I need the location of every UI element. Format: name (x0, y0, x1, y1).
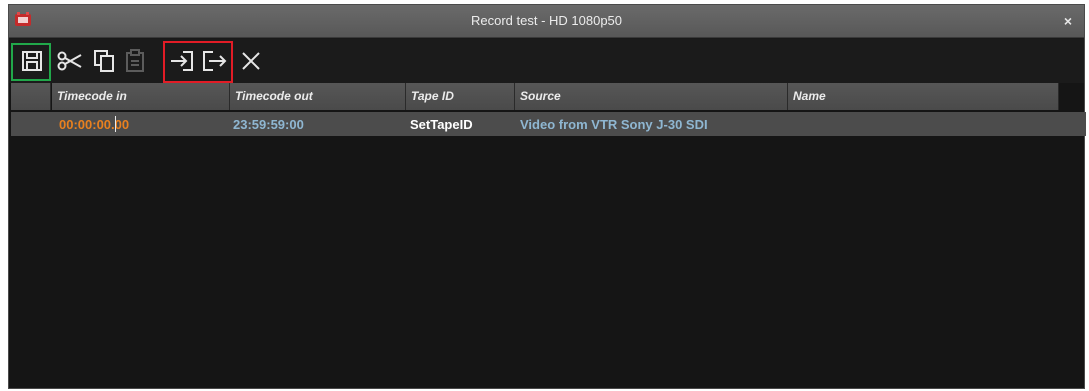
cell-tape-id[interactable]: SetTapeID (410, 117, 473, 132)
cut-button[interactable] (55, 45, 85, 77)
column-header-timecode-in[interactable]: Timecode in (52, 83, 230, 110)
window-title: Record test - HD 1080p50 (470, 13, 623, 28)
cut-icon (57, 51, 82, 71)
record-window: Record test - HD 1080p50 × Timecode in T… (8, 4, 1086, 389)
column-header-source[interactable]: Source (515, 83, 788, 110)
close-button[interactable]: × (1060, 13, 1076, 29)
title-bar: Record test - HD 1080p50 × (9, 5, 1084, 38)
table-row[interactable]: 00:00:00.00 23:59:59:00 SetTapeID Video … (11, 112, 1086, 136)
record-list-grid: Timecode in Timecode out Tape ID Source … (9, 83, 1086, 388)
paste-button[interactable] (121, 45, 149, 77)
toolbar (9, 39, 1084, 83)
cell-timecode-in[interactable]: 00:00:00.00 (59, 117, 129, 132)
delete-button[interactable] (237, 45, 265, 77)
column-header-timecode-out[interactable]: Timecode out (230, 83, 406, 110)
cell-timecode-out[interactable]: 23:59:59:00 (233, 117, 304, 132)
delete-icon (242, 52, 260, 70)
paste-icon (126, 49, 144, 72)
mark-in-out-highlight-box (163, 41, 233, 83)
save-highlight-box (11, 43, 51, 81)
column-header-tape-id[interactable]: Tape ID (406, 83, 515, 110)
column-header-blank (11, 83, 51, 110)
text-cursor (115, 116, 116, 132)
cell-source[interactable]: Video from VTR Sony J-30 SDI (520, 117, 708, 132)
column-header-name[interactable]: Name (788, 83, 1059, 110)
copy-button[interactable] (89, 45, 119, 77)
copy-icon (94, 50, 114, 72)
